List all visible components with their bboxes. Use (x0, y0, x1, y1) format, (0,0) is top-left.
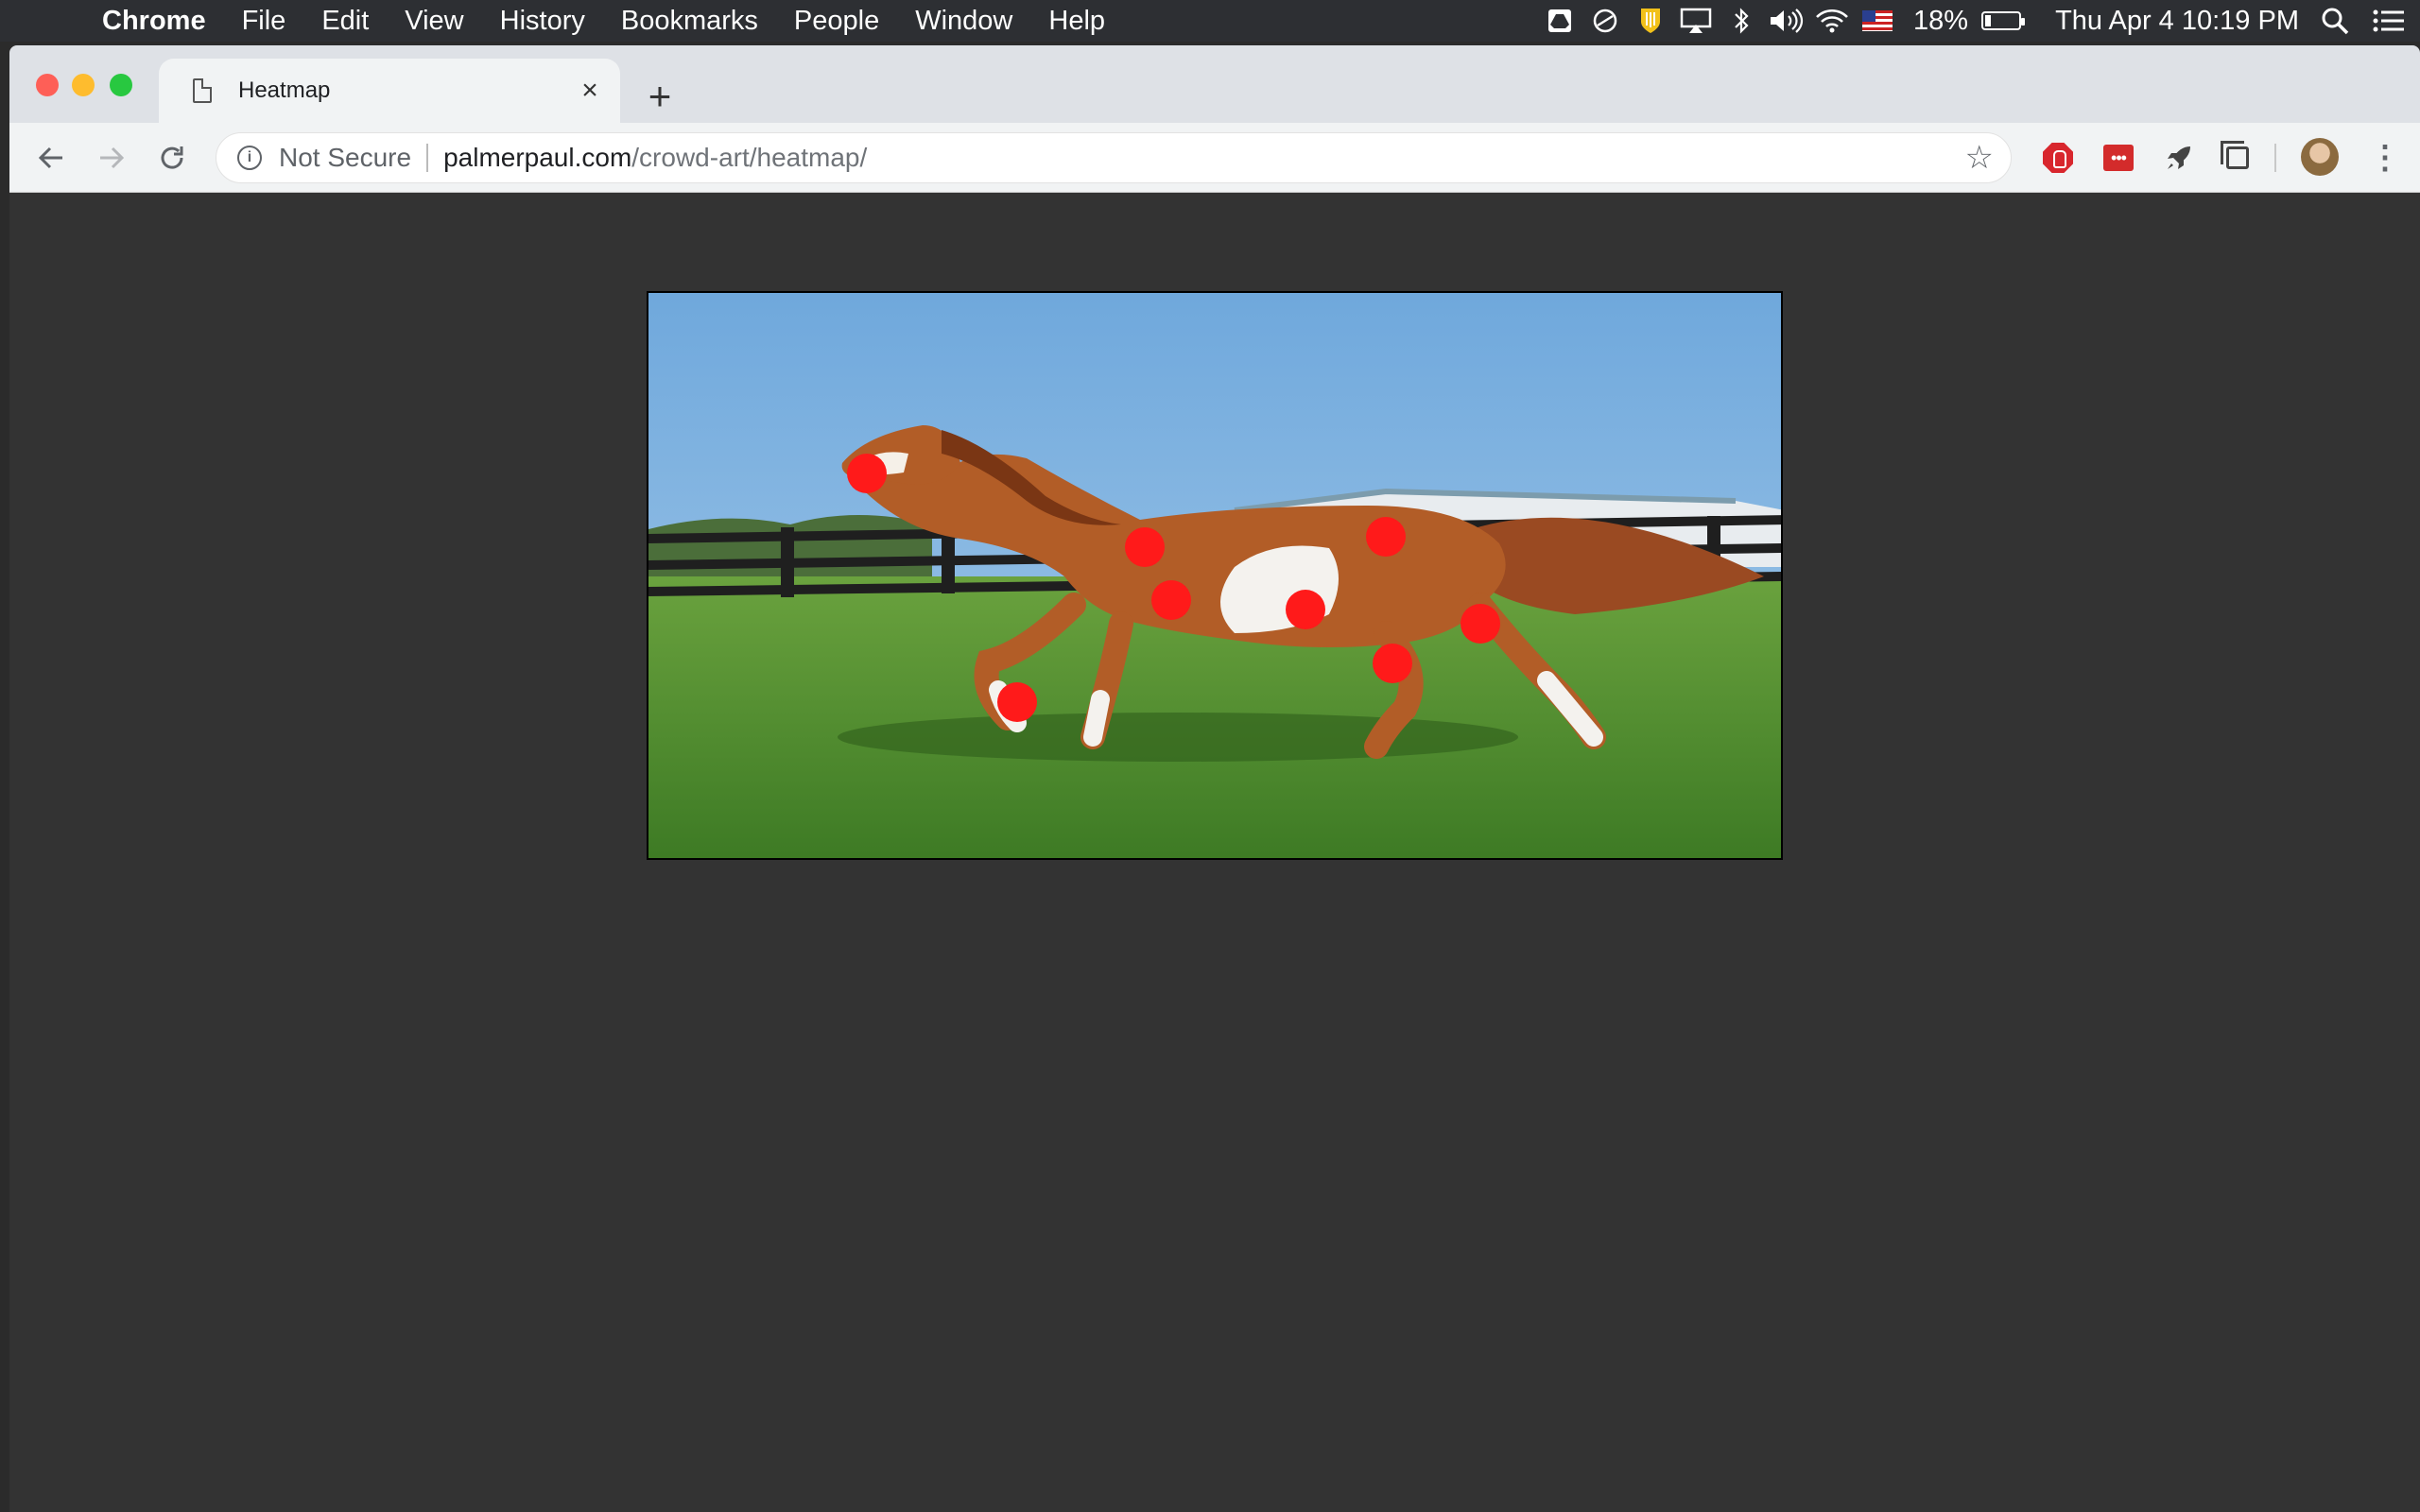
wifi-icon[interactable] (1809, 0, 1855, 42)
heatmap-marker (847, 454, 887, 493)
info-icon[interactable]: i (237, 146, 262, 170)
menu-window[interactable]: Window (897, 6, 1030, 37)
menu-help[interactable]: Help (1030, 6, 1123, 37)
heatmap-marker (1125, 527, 1165, 567)
airplay-icon[interactable] (1673, 0, 1719, 42)
spotlight-search-icon[interactable] (2312, 0, 2358, 42)
address-bar-divider (426, 144, 429, 172)
menu-bookmarks[interactable]: Bookmarks (603, 6, 776, 37)
heatmap-marker (997, 682, 1037, 722)
copy-tabs-icon[interactable] (2214, 134, 2261, 181)
toolbar-divider (2274, 144, 2276, 172)
heatmap-marker (1366, 517, 1406, 557)
shield-extension-icon[interactable] (1628, 0, 1673, 42)
window-minimize-button[interactable] (72, 74, 95, 96)
battery-percent[interactable]: 18% (1900, 6, 1981, 37)
lastpass-icon[interactable]: ••• (2095, 134, 2142, 181)
tab-strip: Heatmap × + (9, 45, 2420, 123)
google-drive-icon[interactable] (1537, 0, 1582, 42)
chrome-menu-icon[interactable]: ⋮ (2361, 134, 2409, 181)
menu-view[interactable]: View (387, 6, 481, 37)
new-tab-button[interactable]: + (633, 70, 686, 123)
heatmap-marker (1286, 590, 1325, 629)
window-maximize-button[interactable] (110, 74, 132, 96)
profile-avatar[interactable] (2301, 138, 2339, 176)
address-bar[interactable]: i Not Secure palmerpaul.com /crowd-art/h… (216, 132, 2012, 183)
page-icon (193, 78, 212, 103)
volume-icon[interactable] (1764, 0, 1809, 42)
menu-history[interactable]: History (482, 6, 603, 37)
adblock-icon[interactable] (2034, 134, 2082, 181)
browser-toolbar: i Not Secure palmerpaul.com /crowd-art/h… (9, 123, 2420, 193)
heatmap-marker (1461, 604, 1500, 644)
heatmap-marker (1373, 644, 1412, 683)
tab-heatmap[interactable]: Heatmap × (159, 59, 620, 123)
url-host[interactable]: palmerpaul.com (443, 143, 631, 173)
menu-bar-clock[interactable]: Thu Apr 4 10:19 PM (2042, 6, 2312, 37)
page-content (9, 193, 2420, 1512)
heatmap-image[interactable] (647, 291, 1783, 860)
bookmark-star-icon[interactable]: ☆ (1965, 139, 1994, 177)
menu-file[interactable]: File (224, 6, 304, 37)
back-arrow-icon[interactable] (25, 131, 78, 184)
sync-icon[interactable] (1582, 0, 1628, 42)
menu-edit[interactable]: Edit (303, 6, 387, 37)
forward-arrow-icon[interactable] (85, 131, 138, 184)
url-path[interactable]: /crowd-art/heatmap/ (631, 143, 867, 173)
chrome-window: Heatmap × + i Not Secure palmerpaul.com … (9, 45, 2420, 1512)
menu-app-chrome[interactable]: Chrome (102, 6, 224, 37)
notification-center-icon[interactable] (2358, 0, 2420, 42)
rocket-icon[interactable] (2155, 134, 2203, 181)
horse-photo-illustration (648, 293, 1781, 858)
us-flag-icon[interactable] (1855, 0, 1900, 42)
heatmap-marker (1151, 580, 1191, 620)
macos-menu-bar: Chrome File Edit View History Bookmarks … (0, 0, 2420, 42)
tab-close-icon[interactable]: × (571, 72, 609, 110)
bluetooth-icon[interactable] (1719, 0, 1764, 42)
reload-icon[interactable] (146, 131, 199, 184)
tab-title: Heatmap (238, 77, 331, 103)
window-close-button[interactable] (36, 74, 59, 96)
menu-bar-status-area: 18% Thu Apr 4 10:19 PM (1537, 0, 2420, 42)
menu-people[interactable]: People (776, 6, 897, 37)
security-status[interactable]: Not Secure (279, 143, 411, 173)
battery-icon[interactable] (1981, 11, 2026, 30)
